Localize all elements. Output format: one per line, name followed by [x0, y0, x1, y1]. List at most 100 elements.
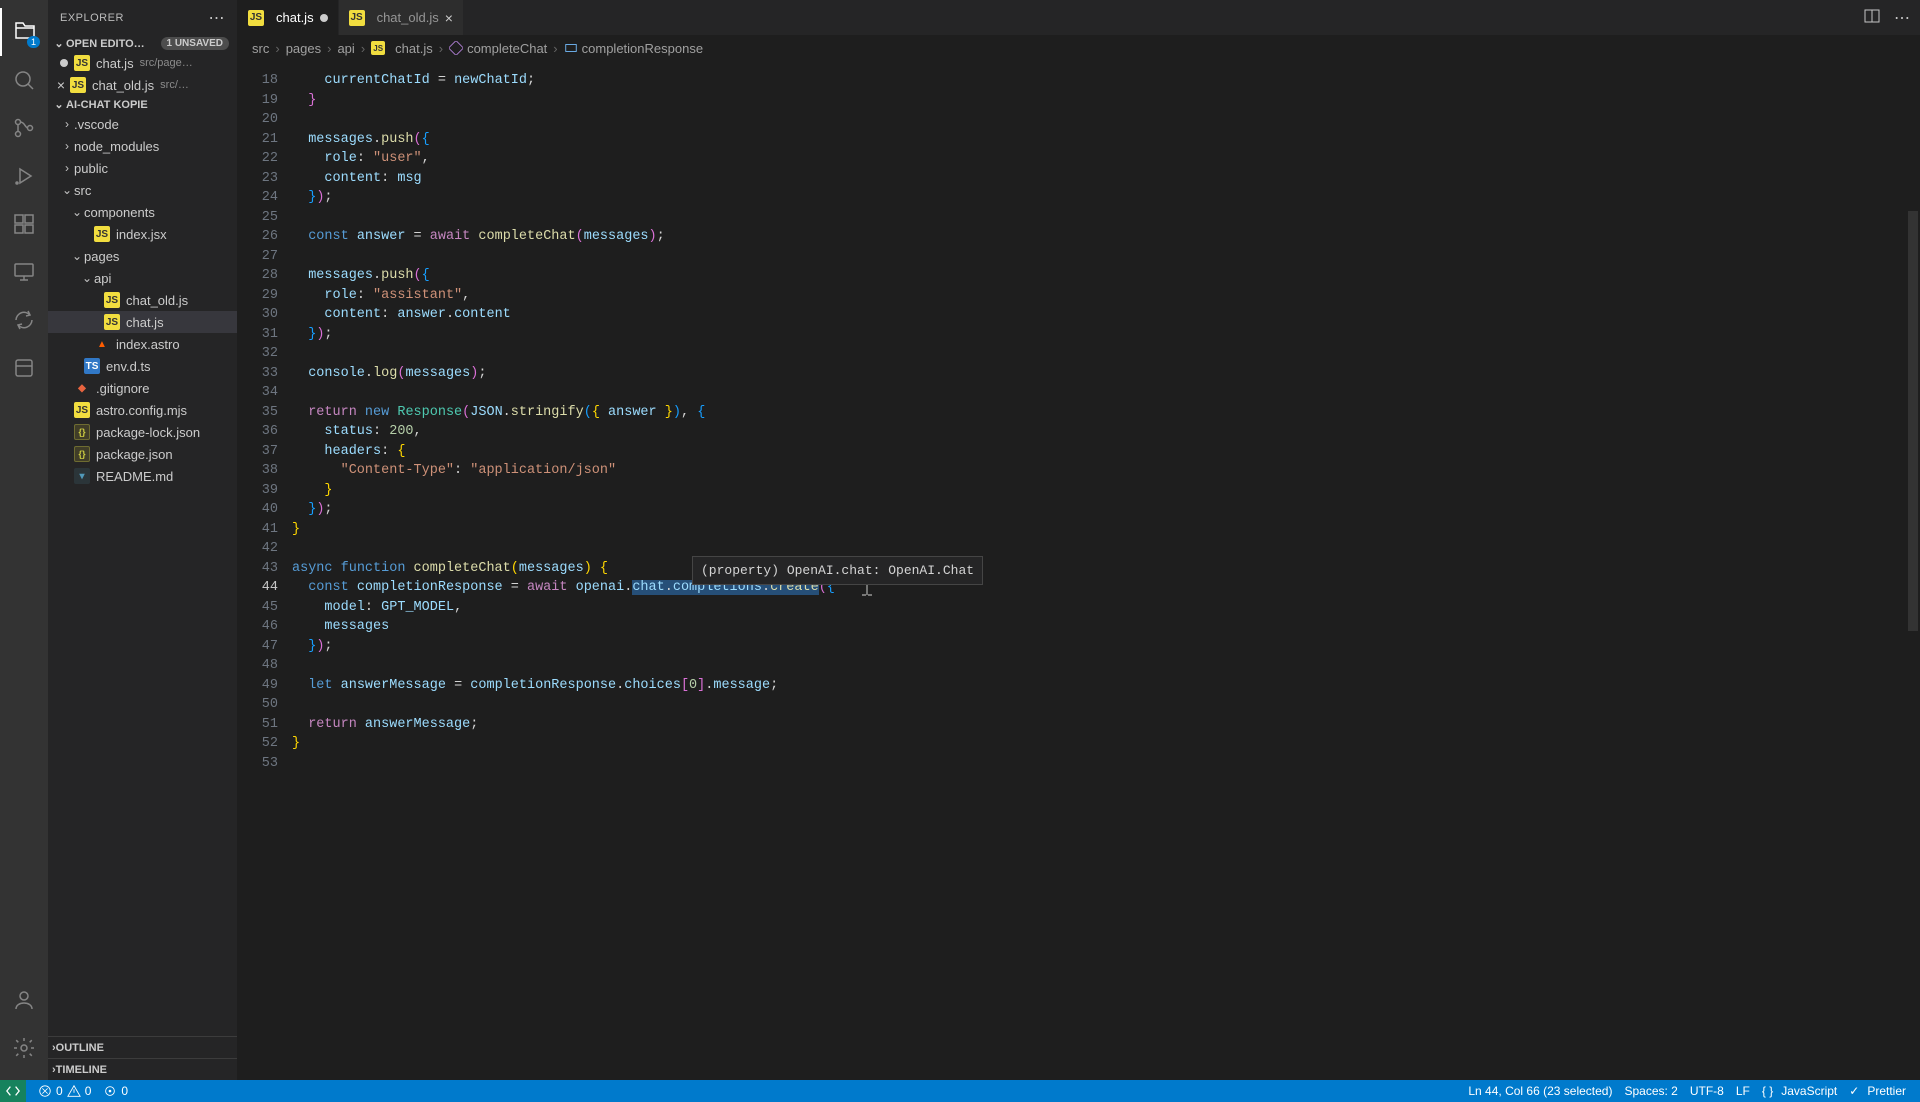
- file-item[interactable]: JS chat.js: [48, 311, 237, 333]
- chevron-icon: ›: [60, 139, 74, 153]
- js-file-icon: JS: [104, 314, 120, 330]
- activity-bar: 1: [0, 0, 48, 1080]
- account-icon[interactable]: [0, 976, 48, 1024]
- close-icon[interactable]: ×: [445, 10, 453, 26]
- json-file-icon: {}: [74, 424, 90, 440]
- source-control-icon[interactable]: [0, 104, 48, 152]
- indentation-button[interactable]: Spaces: 2: [1618, 1084, 1683, 1098]
- folder-item[interactable]: ›.vscode: [48, 113, 237, 135]
- open-editor-item[interactable]: JS chat.js src/page…: [48, 52, 237, 74]
- js-file-icon: JS: [349, 10, 365, 26]
- js-file-icon: JS: [94, 226, 110, 242]
- extensions-icon[interactable]: [0, 200, 48, 248]
- open-editor-item[interactable]: × JS chat_old.js src/…: [48, 74, 237, 96]
- scrollbar-thumb[interactable]: [1908, 211, 1918, 631]
- item-label: src: [74, 183, 91, 198]
- more-actions-icon[interactable]: ⋯: [1894, 8, 1910, 28]
- js-file-icon: JS: [104, 292, 120, 308]
- folder-item[interactable]: ⌄api: [48, 267, 237, 289]
- explorer-icon[interactable]: 1: [0, 8, 48, 56]
- js-file-icon: JS: [248, 10, 264, 26]
- file-item[interactable]: ◆ .gitignore: [48, 377, 237, 399]
- dirty-indicator-icon: [320, 14, 328, 22]
- item-label: .gitignore: [96, 381, 149, 396]
- sidebar-more-icon[interactable]: ⋯: [209, 8, 226, 28]
- problems-button[interactable]: 0 0: [32, 1084, 97, 1098]
- ports-button[interactable]: 0: [97, 1084, 134, 1098]
- tab-chat-js[interactable]: JS chat.js: [238, 0, 339, 35]
- editor[interactable]: 1819202122232425262728293031323334353637…: [238, 61, 1920, 1080]
- item-label: package-lock.json: [96, 425, 200, 440]
- prettier-button[interactable]: ✓Prettier: [1843, 1084, 1912, 1098]
- remote-explorer-icon[interactable]: [0, 248, 48, 296]
- line-numbers: 1819202122232425262728293031323334353637…: [238, 61, 292, 1080]
- editor-group: JS chat.js JS chat_old.js × ⋯ src› pages…: [238, 0, 1920, 1080]
- file-item[interactable]: {}package.json: [48, 443, 237, 465]
- chevron-icon: ⌄: [60, 183, 74, 197]
- search-icon[interactable]: [0, 56, 48, 104]
- file-item[interactable]: ▲ index.astro: [48, 333, 237, 355]
- dirty-indicator-icon: [60, 59, 68, 67]
- code-content[interactable]: . currentChatId = newChatId; } messages.…: [292, 61, 1920, 1080]
- git-file-icon: ◆: [74, 380, 90, 396]
- md-file-icon: ▾: [74, 468, 90, 484]
- item-label: pages: [84, 249, 119, 264]
- item-label: chat_old.js: [126, 293, 188, 308]
- tab-chat-old-js[interactable]: JS chat_old.js ×: [339, 0, 464, 35]
- folder-item[interactable]: ⌄src: [48, 179, 237, 201]
- item-label: chat.js: [126, 315, 164, 330]
- item-label: README.md: [96, 469, 173, 484]
- chevron-icon: ⌄: [70, 249, 84, 263]
- hover-tooltip: (property) OpenAI.chat: OpenAI.Chat: [692, 556, 983, 586]
- chevron-icon: ›: [60, 117, 74, 131]
- js-file-icon: JS: [74, 55, 90, 71]
- sidebar: EXPLORER ⋯ ⌄OPEN EDITO… 1 unsaved JS cha…: [48, 0, 238, 1080]
- remote-button[interactable]: [0, 1080, 26, 1102]
- item-label: env.d.ts: [106, 359, 151, 374]
- item-label: api: [94, 271, 111, 286]
- language-mode-button[interactable]: { }JavaScript: [1756, 1084, 1843, 1098]
- variable-icon: [564, 41, 578, 55]
- item-label: index.jsx: [116, 227, 167, 242]
- file-item[interactable]: ▾ README.md: [48, 465, 237, 487]
- custom-icon[interactable]: [0, 344, 48, 392]
- json-file-icon: {}: [74, 446, 90, 462]
- eol-button[interactable]: LF: [1730, 1084, 1756, 1098]
- file-tree: ›.vscode›node_modules›public⌄src⌄compone…: [48, 113, 237, 1036]
- folder-item[interactable]: ⌄pages: [48, 245, 237, 267]
- folder-item[interactable]: ⌄components: [48, 201, 237, 223]
- folder-item[interactable]: ›public: [48, 157, 237, 179]
- encoding-button[interactable]: UTF-8: [1684, 1084, 1730, 1098]
- cursor-position[interactable]: Ln 44, Col 66 (23 selected): [1462, 1084, 1618, 1098]
- settings-icon[interactable]: [0, 1024, 48, 1072]
- status-bar: 0 0 0 Ln 44, Col 66 (23 selected) Spaces…: [0, 1080, 1920, 1102]
- astro-file-icon: ▲: [94, 336, 110, 352]
- item-label: index.astro: [116, 337, 180, 352]
- split-editor-icon[interactable]: [1864, 8, 1880, 27]
- close-icon[interactable]: ×: [54, 77, 68, 93]
- item-label: components: [84, 205, 155, 220]
- sync-icon[interactable]: [0, 296, 48, 344]
- open-editors-header[interactable]: ⌄OPEN EDITO… 1 unsaved: [48, 35, 237, 52]
- file-item[interactable]: {} package-lock.json: [48, 421, 237, 443]
- explorer-badge: 1: [27, 36, 40, 48]
- file-item[interactable]: JS index.jsx: [48, 223, 237, 245]
- run-debug-icon[interactable]: [0, 152, 48, 200]
- js-file-icon: JS: [74, 402, 90, 418]
- timeline-header[interactable]: ›TIMELINE: [48, 1058, 237, 1080]
- folder-item[interactable]: ›node_modules: [48, 135, 237, 157]
- open-editors-list: JS chat.js src/page… × JS chat_old.js sr…: [48, 52, 237, 96]
- js-file-icon: JS: [70, 77, 86, 93]
- project-header[interactable]: ⌄AI-CHAT KOPIE: [48, 96, 237, 113]
- item-label: .vscode: [74, 117, 119, 132]
- breadcrumbs[interactable]: src› pages› api› JSchat.js› completeChat…: [238, 35, 1920, 61]
- item-label: astro.config.mjs: [96, 403, 187, 418]
- chevron-icon: ⌄: [70, 205, 84, 219]
- tab-bar: JS chat.js JS chat_old.js × ⋯: [238, 0, 1920, 35]
- file-item[interactable]: JS astro.config.mjs: [48, 399, 237, 421]
- file-item[interactable]: TSenv.d.ts: [48, 355, 237, 377]
- outline-header[interactable]: ›OUTLINE: [48, 1036, 237, 1058]
- method-icon: [449, 41, 463, 55]
- file-item[interactable]: JS chat_old.js: [48, 289, 237, 311]
- unsaved-badge: 1 unsaved: [161, 37, 230, 50]
